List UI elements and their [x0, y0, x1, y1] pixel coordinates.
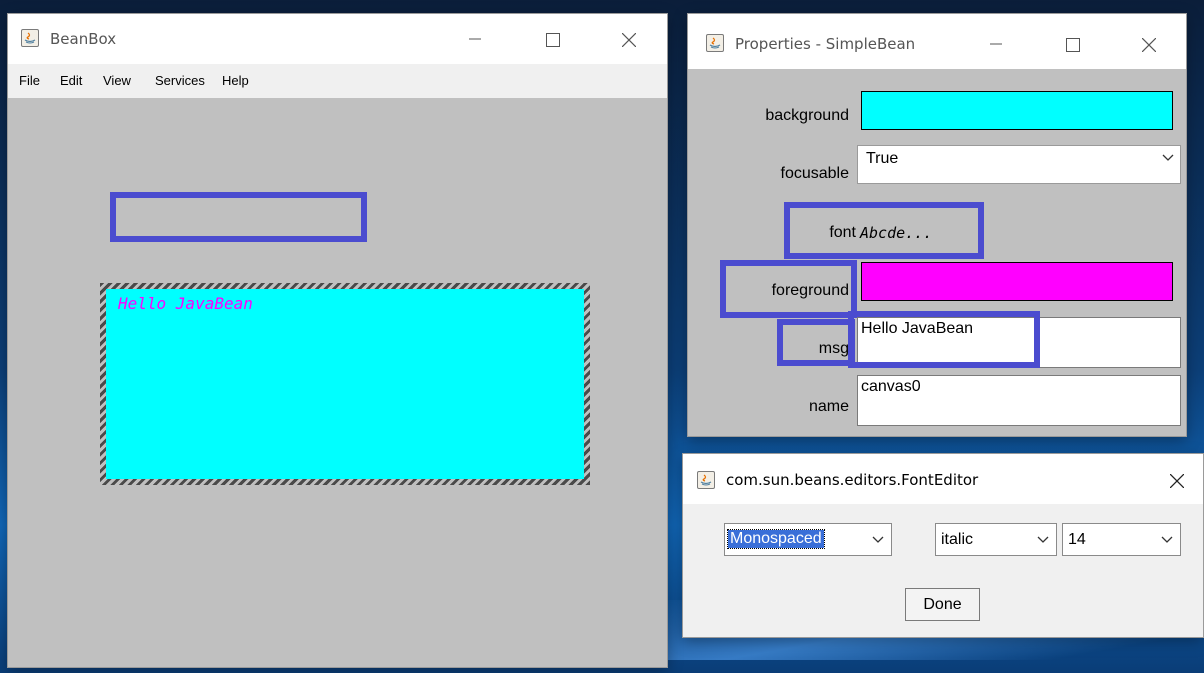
minimize-button[interactable]	[452, 24, 498, 54]
focusable-value: True	[866, 150, 899, 167]
maximize-button[interactable]	[1049, 29, 1095, 59]
focusable-select[interactable]: True	[857, 145, 1181, 184]
close-button[interactable]	[605, 24, 651, 54]
maximize-button[interactable]	[529, 24, 575, 54]
menu-edit[interactable]: Edit	[60, 73, 82, 88]
font-family-value: Monospaced	[727, 529, 825, 549]
bean-message-text: Hello JavaBean	[118, 294, 253, 313]
simple-bean-canvas[interactable]: Hello JavaBean	[106, 289, 584, 479]
font-family-select[interactable]: Monospaced	[724, 523, 892, 556]
menu-help[interactable]: Help	[222, 73, 249, 88]
name-value: canvas0	[861, 378, 921, 395]
property-label-background: background	[765, 107, 849, 124]
properties-titlebar[interactable]: Properties - SimpleBean	[688, 14, 1186, 69]
name-text-field[interactable]: canvas0	[857, 375, 1181, 426]
close-button[interactable]	[1153, 465, 1199, 495]
annotation-highlight-bean-message	[110, 192, 367, 242]
java-app-icon	[706, 34, 724, 52]
background-color-swatch[interactable]	[861, 91, 1173, 130]
minimize-button[interactable]	[973, 29, 1019, 59]
font-style-value: italic	[941, 531, 974, 548]
font-size-select[interactable]: 14	[1062, 523, 1181, 556]
annotation-highlight-font	[784, 202, 984, 259]
chevron-down-icon	[1037, 536, 1049, 543]
font-size-value: 14	[1068, 531, 1086, 548]
font-editor-window: com.sun.beans.editors.FontEditor Monospa…	[683, 454, 1203, 637]
java-app-icon	[21, 29, 39, 47]
window-title: BeanBox	[50, 30, 117, 48]
java-app-icon	[697, 471, 715, 489]
beanbox-titlebar[interactable]: BeanBox	[8, 14, 667, 64]
font-editor-body: Monospaced italic 14 Done	[683, 504, 1203, 637]
menu-bar: File Edit View Services Help	[8, 64, 667, 98]
font-style-select[interactable]: italic	[935, 523, 1057, 556]
annotation-highlight-foreground	[720, 260, 857, 318]
properties-window: Properties - SimpleBean background focus…	[688, 14, 1186, 436]
menu-view[interactable]: View	[103, 73, 131, 88]
property-label-focusable: focusable	[780, 165, 850, 182]
menu-services[interactable]: Services	[155, 73, 205, 88]
done-button[interactable]: Done	[905, 588, 980, 621]
close-button[interactable]	[1125, 29, 1171, 59]
chevron-down-icon	[1162, 154, 1174, 161]
annotation-highlight-msg-value	[848, 311, 1040, 368]
foreground-color-swatch[interactable]	[861, 262, 1173, 301]
property-label-name: name	[808, 398, 849, 415]
chevron-down-icon	[1161, 536, 1173, 543]
window-title: com.sun.beans.editors.FontEditor	[726, 471, 979, 489]
window-title: Properties - SimpleBean	[735, 35, 916, 53]
beanbox-canvas[interactable]: Hello JavaBean	[8, 98, 667, 667]
chevron-down-icon	[872, 536, 884, 543]
beanbox-window: BeanBox File Edit View Services Help Hel…	[8, 14, 667, 667]
simple-bean-selected[interactable]: Hello JavaBean	[100, 283, 590, 485]
menu-file[interactable]: File	[19, 73, 40, 88]
font-editor-titlebar[interactable]: com.sun.beans.editors.FontEditor	[683, 454, 1203, 504]
annotation-highlight-msg-label	[777, 319, 855, 366]
